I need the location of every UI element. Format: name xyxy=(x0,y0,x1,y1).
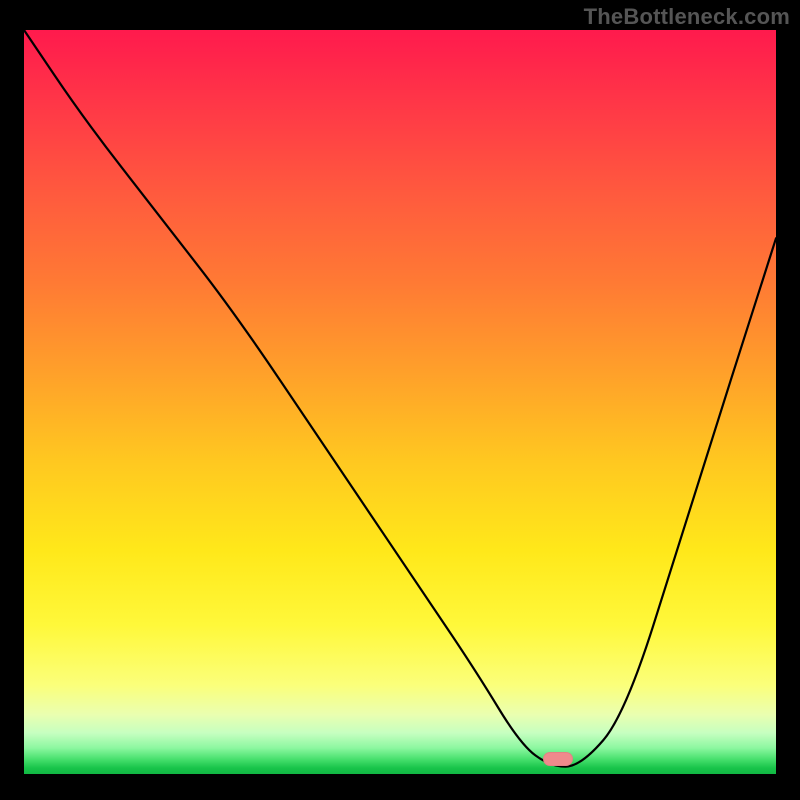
chart-stage: TheBottleneck.com xyxy=(0,0,800,800)
plot-area xyxy=(24,30,776,774)
bottleneck-curve xyxy=(24,30,776,774)
watermark-text: TheBottleneck.com xyxy=(584,4,790,30)
optimal-marker xyxy=(543,752,573,766)
